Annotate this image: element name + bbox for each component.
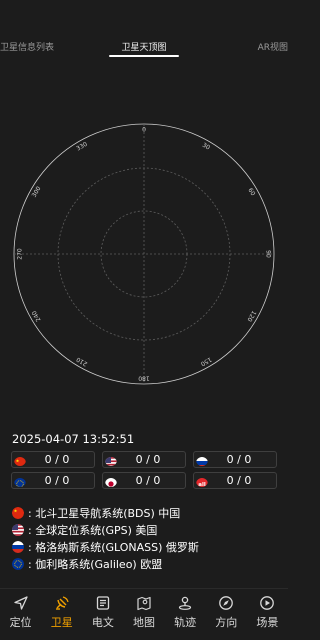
tab-ar-view[interactable]: AR视图 (258, 40, 288, 53)
nav-label: 定位 (9, 616, 32, 629)
count-value: 0 / 0 (226, 474, 252, 487)
russia-flag-icon (12, 540, 24, 553)
count-galileo[interactable]: 0 / 0 (11, 472, 95, 489)
china-flag-icon (12, 506, 24, 519)
nav-map[interactable]: 地图 (123, 589, 164, 640)
azimuth-label-30: 30 (201, 142, 211, 152)
skyplot-canvas: 0306090120150180210240270300330 (13, 123, 275, 385)
count-value: 0 / 0 (44, 474, 70, 487)
count-value: 0 / 0 (44, 453, 70, 466)
active-tab-indicator (109, 55, 179, 57)
system-legend: : 北斗卫星导航系统(BDS) 中国 : 全球定位系统(GPS) 美国 : 格洛… (12, 504, 278, 572)
azimuth-label-90: 90 (265, 250, 272, 258)
all-badge-label: all (198, 482, 206, 487)
legend-item-gps: : 全球定位系统(GPS) 美国 (12, 521, 278, 538)
compass-icon (219, 596, 234, 610)
azimuth-label-0: 0 (142, 127, 146, 134)
view-tabs: 卫星信息列表 卫星天顶图 AR视图 (0, 36, 288, 60)
satellite-icon (55, 596, 69, 610)
nav-label: 电文 (91, 616, 114, 629)
nav-satellite[interactable]: 卫星 (41, 589, 82, 640)
nav-direction[interactable]: 方向 (206, 589, 247, 640)
legend-item-bds: : 北斗卫星导航系统(BDS) 中国 (12, 504, 278, 521)
legend-item-galileo: : 伽利略系统(Galileo) 欧盟 (12, 555, 278, 572)
nav-message[interactable]: 电文 (82, 589, 123, 640)
legend-label: : 格洛纳斯系统(GLONASS) 俄罗斯 (28, 540, 199, 554)
nav-label: 场景 (256, 616, 279, 629)
location-arrow-icon (13, 596, 28, 610)
azimuth-label-60: 60 (246, 187, 256, 197)
count-value: 0 / 0 (226, 453, 252, 466)
eu-flag-icon (12, 557, 24, 570)
count-glonass[interactable]: 0 / 0 (193, 451, 277, 468)
timestamp: 2025-04-07 13:52:51 (12, 432, 135, 446)
legend-label: : 全球定位系统(GPS) 美国 (28, 523, 158, 537)
nav-track[interactable]: 轨迹 (165, 589, 206, 640)
all-icon: all (196, 475, 208, 487)
usa-flag-icon (12, 523, 24, 536)
japan-flag-icon (105, 475, 117, 487)
track-pin-icon (179, 596, 192, 610)
satellite-counts: 0 / 0 0 / 0 0 / 0 0 / 0 0 / 0 all 0 / 0 (11, 451, 277, 493)
document-icon (96, 596, 109, 610)
nav-label: 轨迹 (174, 616, 197, 629)
eu-flag-icon (14, 475, 26, 487)
usa-flag-icon (105, 454, 117, 466)
play-circle-icon (260, 596, 275, 610)
bottom-navigation: 定位 卫星 电文 地图 轨迹 方向 场景 (0, 588, 288, 640)
legend-item-glonass: : 格洛纳斯系统(GLONASS) 俄罗斯 (12, 538, 278, 555)
nav-label: 卫星 (50, 616, 73, 629)
count-qzss[interactable]: 0 / 0 (102, 472, 186, 489)
azimuth-label-270: 270 (17, 248, 24, 260)
nav-location[interactable]: 定位 (0, 589, 41, 640)
china-flag-icon (14, 454, 26, 466)
russia-flag-icon (196, 454, 208, 466)
tab-skyplot[interactable]: 卫星天顶图 (0, 40, 288, 53)
legend-label: : 伽利略系统(Galileo) 欧盟 (28, 557, 163, 571)
count-gps[interactable]: 0 / 0 (102, 451, 186, 468)
skyplot: 0 30 60 90 120 150 180 210 240 270 300 330 (0, 108, 288, 398)
legend-label: : 北斗卫星导航系统(BDS) 中国 (28, 506, 181, 520)
nav-scene[interactable]: 场景 (247, 589, 288, 640)
status-bar (0, 0, 288, 32)
azimuth-label-180: 180 (138, 375, 150, 382)
map-icon (137, 596, 151, 611)
nav-label: 地图 (132, 616, 155, 629)
count-bds[interactable]: 0 / 0 (11, 451, 95, 468)
count-value: 0 / 0 (135, 474, 161, 487)
count-value: 0 / 0 (135, 453, 161, 466)
nav-label: 方向 (215, 616, 238, 629)
count-all[interactable]: all 0 / 0 (193, 472, 277, 489)
